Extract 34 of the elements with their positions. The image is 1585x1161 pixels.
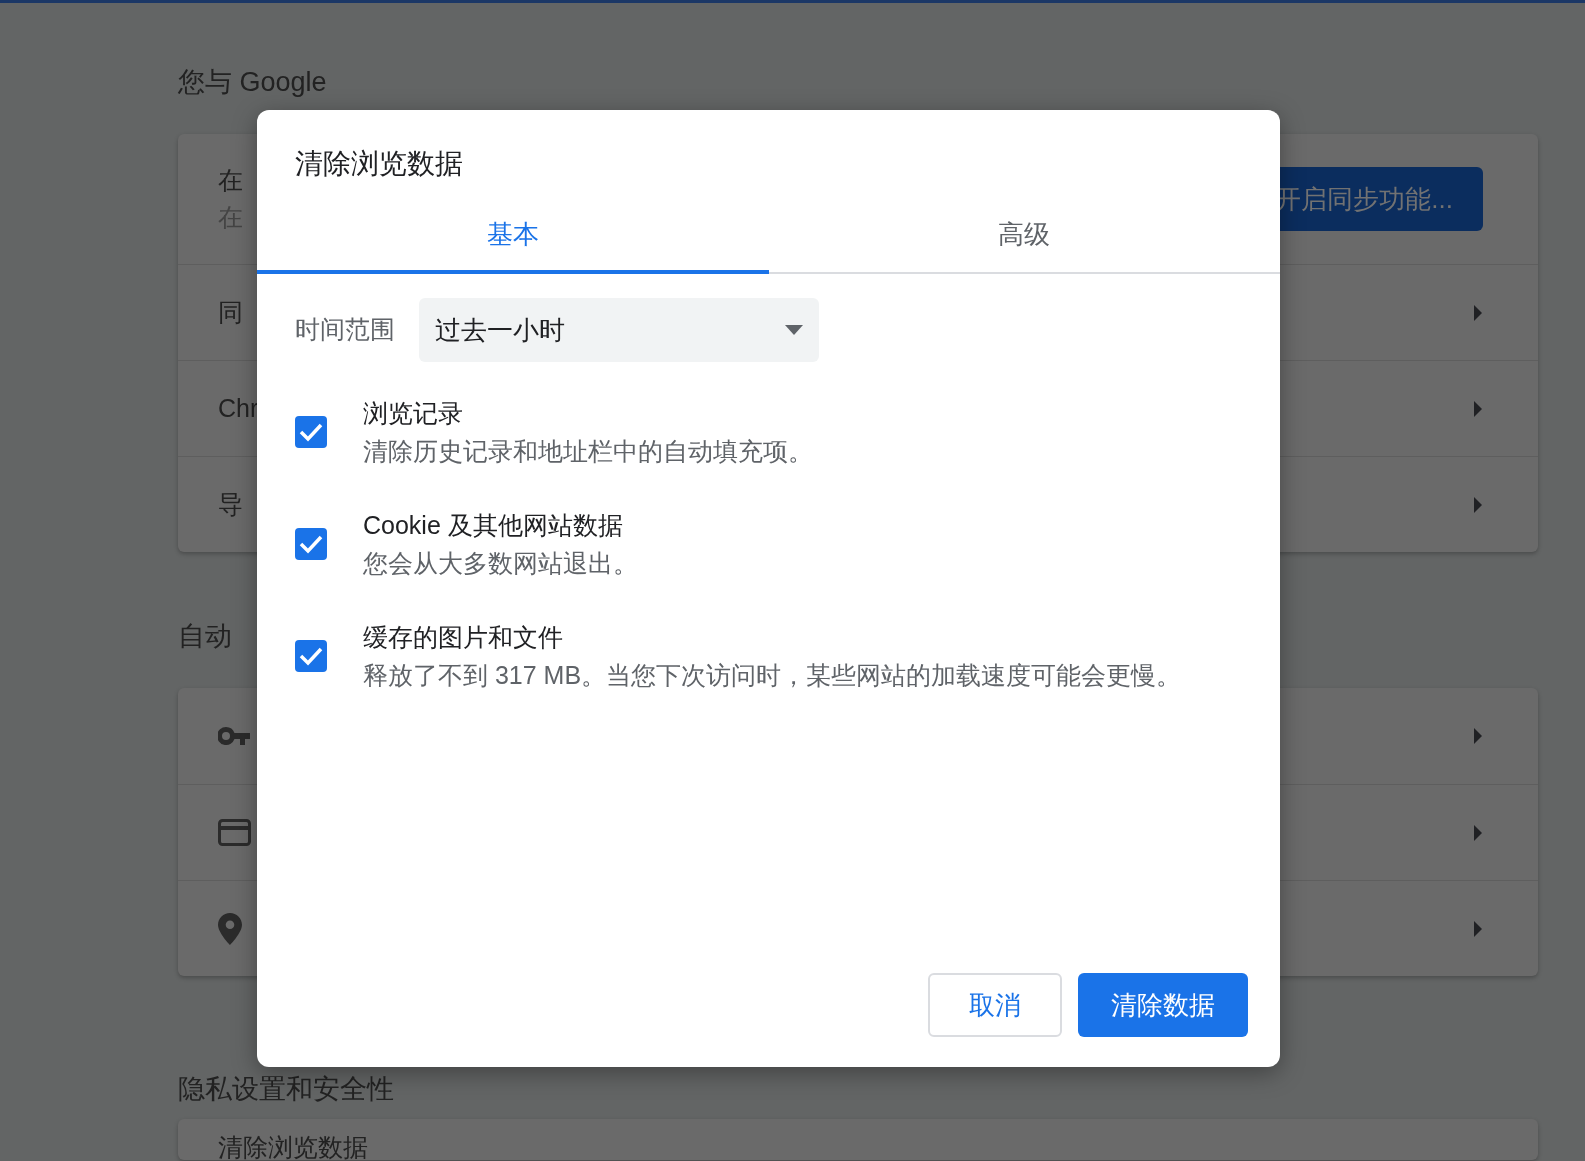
dialog-title: 清除浏览数据 — [294, 147, 464, 181]
option-description: 释放了不到 317 MB。当您下次访问时，某些网站的加载速度可能会更慢。 — [363, 660, 1182, 691]
checkbox[interactable] — [295, 528, 327, 560]
cancel-button[interactable]: 取消 — [928, 973, 1062, 1037]
time-range-label: 时间范围 — [295, 314, 395, 346]
row-title: 导 — [218, 488, 243, 520]
dropdown-caret-icon — [785, 325, 803, 335]
option-title: Cookie 及其他网站数据 — [363, 510, 624, 541]
arrow-icon — [1473, 496, 1483, 513]
checkbox[interactable] — [295, 416, 327, 448]
key-icon — [218, 727, 250, 745]
row-title: 清除浏览数据 — [218, 1132, 368, 1160]
tab[interactable]: 基本 — [257, 198, 769, 274]
section-heading: 您与 Google — [178, 66, 327, 99]
location-pin-icon — [218, 912, 242, 945]
section-heading: 自动 — [178, 620, 232, 653]
settings-row[interactable]: 清除浏览数据 — [178, 1119, 1538, 1160]
row-title: 在 — [218, 164, 243, 196]
option-title: 缓存的图片和文件 — [363, 622, 564, 653]
arrow-icon — [1473, 728, 1483, 744]
time-range-dropdown[interactable]: 过去一小时 — [419, 298, 819, 362]
checkbox[interactable] — [295, 640, 327, 672]
arrow-icon — [1473, 304, 1483, 321]
row-title: 同 — [218, 296, 243, 328]
option-description: 您会从大多数网站退出。 — [363, 548, 638, 579]
arrow-icon — [1473, 824, 1483, 841]
option-description: 清除历史记录和地址栏中的自动填充项。 — [363, 436, 813, 467]
row-title: Chr — [218, 392, 259, 424]
arrow-icon — [1473, 400, 1483, 417]
section-heading: 隐私设置和安全性 — [178, 1073, 394, 1106]
option-title: 浏览记录 — [363, 398, 464, 429]
arrow-icon — [1473, 920, 1483, 937]
card-icon — [218, 819, 251, 846]
clear-data-button[interactable]: 清除数据 — [1078, 973, 1248, 1037]
